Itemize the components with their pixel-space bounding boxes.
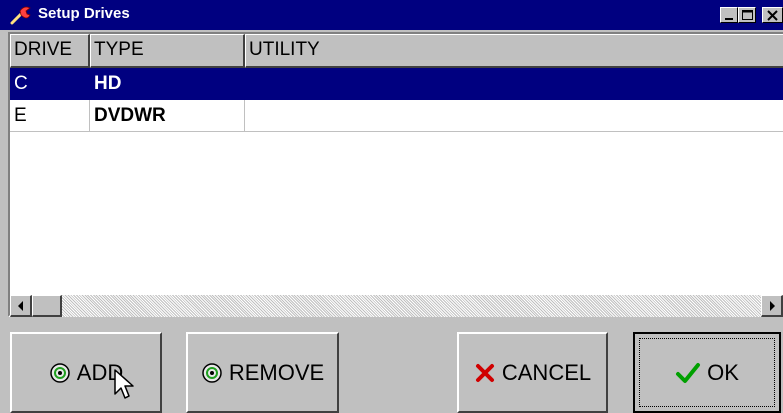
red-x-icon [475, 363, 494, 382]
window-title: Setup Drives [38, 5, 130, 22]
cancel-button[interactable]: CANCEL [457, 332, 608, 413]
minimize-button[interactable] [720, 7, 738, 23]
scroll-left-button[interactable] [10, 295, 32, 317]
cell-utility [245, 100, 783, 131]
drives-list[interactable]: DRIVE TYPE UTILITY C HD E DVDWR [8, 32, 783, 317]
cancel-button-label: CANCEL [501, 359, 592, 385]
cell-type: HD [94, 73, 122, 94]
table-row-drive-e[interactable]: E DVDWR [10, 100, 783, 132]
cell-drive: C [14, 73, 28, 94]
remove-button[interactable]: REMOVE [186, 332, 339, 413]
cell-type: DVDWR [90, 100, 245, 131]
cell-drive: E [10, 100, 90, 131]
cell-utility [245, 68, 783, 100]
setup-drives-window: Setup Drives DRIVE TYPE UTILITY C HD E D… [0, 0, 783, 413]
focus-rectangle [639, 338, 775, 407]
close-button[interactable] [762, 7, 783, 23]
arrow-right-icon [770, 301, 775, 311]
column-header-drive[interactable]: DRIVE [10, 34, 90, 68]
disc-icon [50, 362, 70, 383]
arrow-left-icon [18, 301, 23, 311]
table-row-drive-c[interactable]: C HD [10, 68, 783, 100]
minimize-icon [725, 18, 733, 20]
wrench-icon [10, 6, 31, 25]
add-button[interactable]: ADD [10, 332, 162, 413]
disc-icon [202, 362, 222, 383]
column-header-type[interactable]: TYPE [90, 34, 245, 68]
maximize-button[interactable] [738, 7, 756, 23]
close-icon [767, 10, 778, 21]
horizontal-scrollbar[interactable] [10, 295, 783, 317]
title-bar[interactable]: Setup Drives [0, 0, 783, 30]
scroll-right-button[interactable] [761, 295, 783, 317]
ok-button[interactable]: OK [633, 332, 781, 413]
column-header-utility[interactable]: UTILITY [245, 34, 783, 68]
scroll-thumb[interactable] [32, 295, 62, 317]
remove-button-label: REMOVE [228, 359, 325, 385]
mouse-cursor-icon [114, 369, 134, 399]
maximize-icon [742, 10, 753, 20]
